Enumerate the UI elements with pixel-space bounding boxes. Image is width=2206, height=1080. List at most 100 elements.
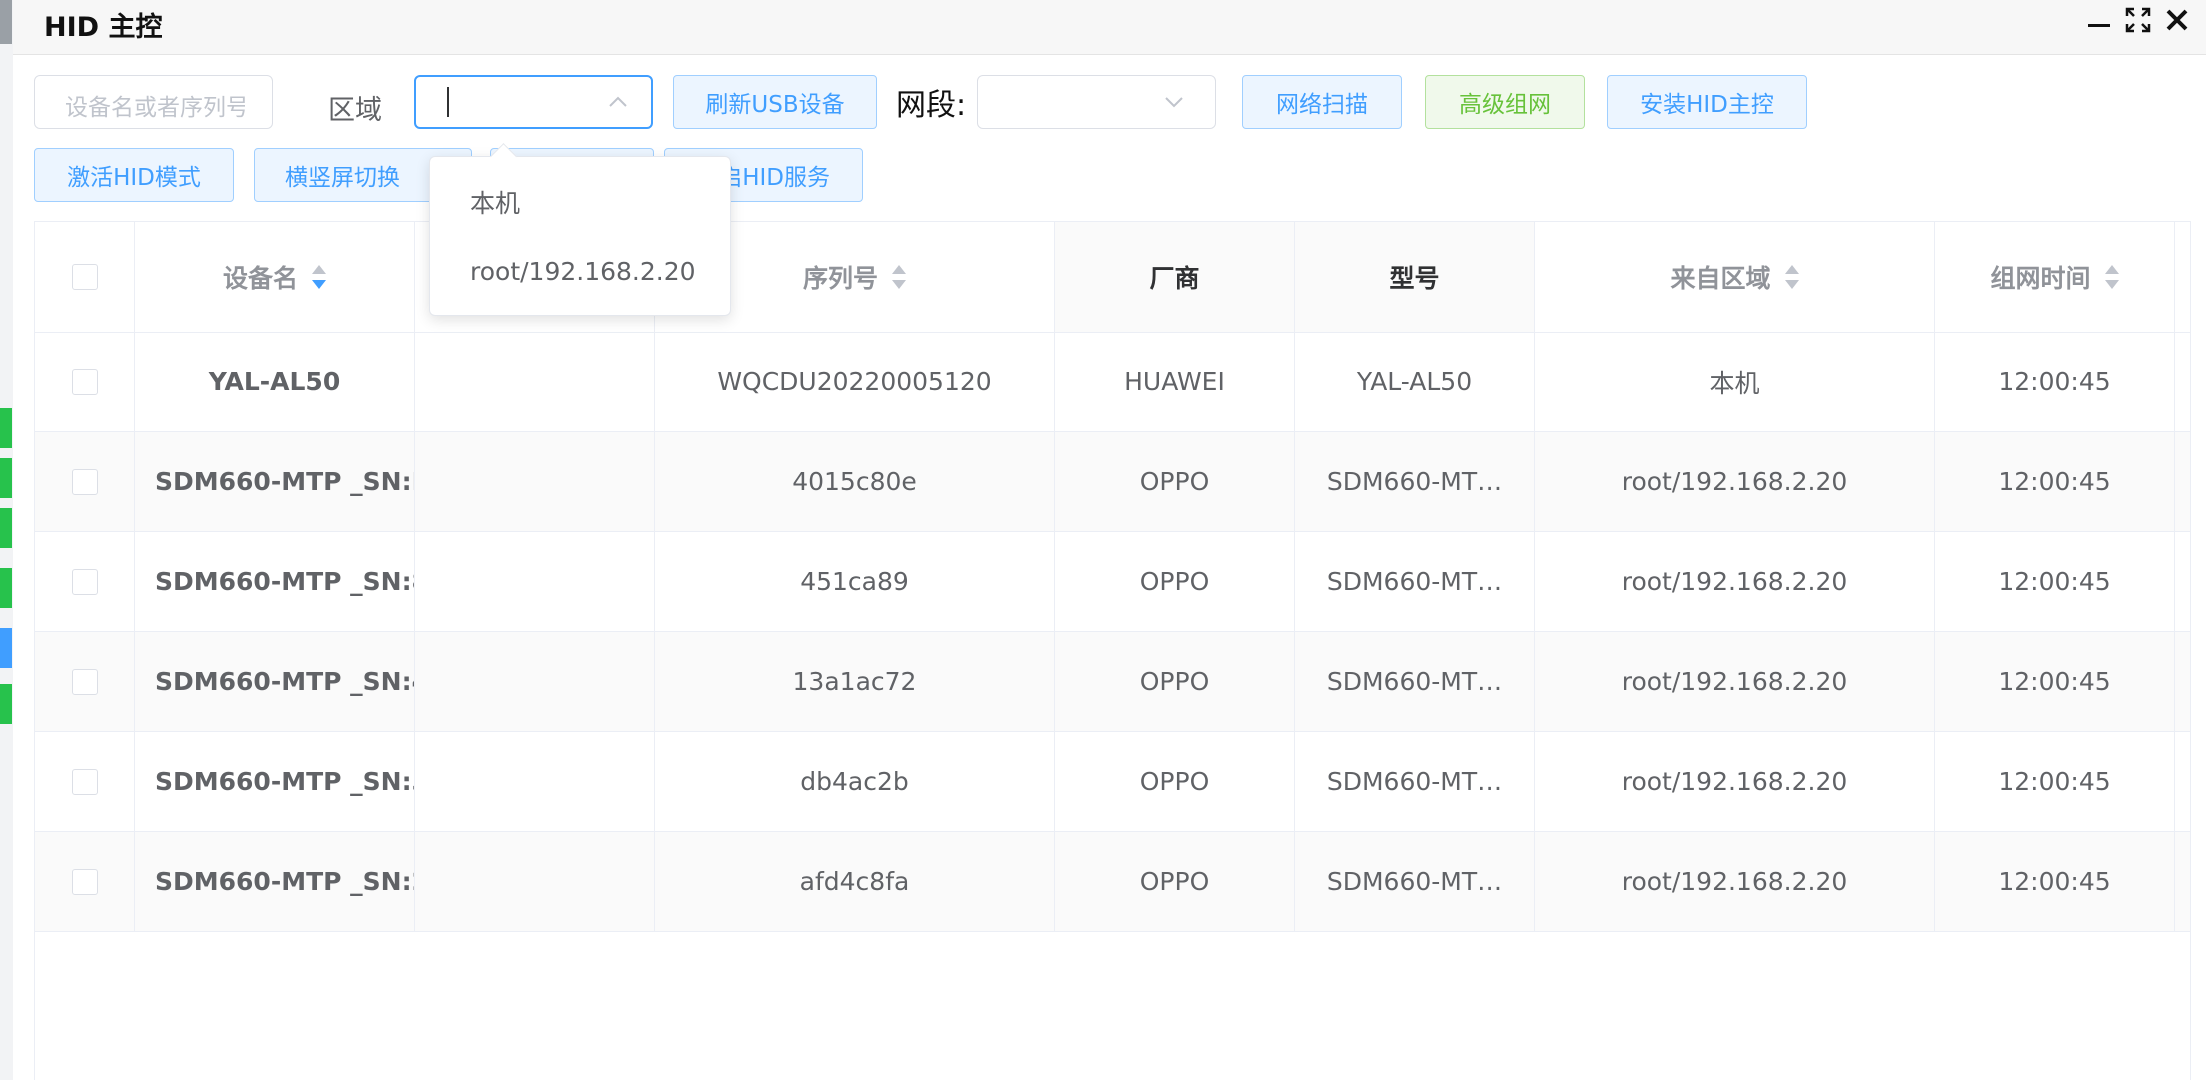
cell-region: root/192.168.2.20 — [1535, 832, 1935, 931]
advanced-network-button[interactable]: 高级组网 — [1425, 75, 1585, 129]
table-row[interactable]: SDM660-MTP _SN:3 db4ac2b OPPO SDM660-MT… roo… — [35, 732, 2190, 832]
minimize-button[interactable] — [2083, 4, 2115, 36]
header-checkbox-cell — [35, 222, 135, 332]
cell-network-time: 12:00:45 — [1935, 332, 2175, 431]
row-checkbox-cell — [35, 632, 135, 731]
close-button[interactable] — [2161, 4, 2193, 36]
cell-serial: db4ac2b — [655, 732, 1055, 831]
chevron-up-icon — [609, 96, 627, 107]
expand-icon — [2125, 7, 2151, 33]
background-app-marker — [0, 684, 12, 724]
sort-icon[interactable] — [2104, 265, 2119, 289]
cell-region-text: root/192.168.2.20 — [1621, 567, 1848, 596]
sort-icon[interactable] — [312, 265, 326, 289]
hid-controller-dialog: HID 主控 设备名或者序列号 区域 刷新USB设备 网段: 网络扫描 高级组网… — [13, 0, 2206, 1080]
cell-model-text: YAL-AL50 — [1356, 367, 1473, 396]
table-header: 设备名 序列号 厂商 型号 来自区域 组网时间 — [35, 222, 2190, 333]
header-device-name[interactable]: 设备名 — [135, 222, 415, 332]
table-row[interactable]: SDM660-MTP _SN:8 451ca89 OPPO SDM660-MT… roo… — [35, 532, 2190, 632]
segment-select[interactable] — [977, 75, 1216, 129]
activate-hid-button[interactable]: 激活HID模式 — [34, 148, 234, 202]
region-option-remote[interactable]: root/192.168.2.20 — [430, 241, 730, 301]
cell-device-name-text: SDM660-MTP _SN:3 — [155, 767, 415, 796]
sort-icon[interactable] — [1784, 265, 1799, 289]
cell-model-text: SDM660-MT… — [1326, 667, 1503, 696]
cell-network-time: 12:00:45 — [1935, 432, 2175, 531]
cell-model-text: SDM660-MT… — [1326, 767, 1503, 796]
cell-region-text: root/192.168.2.20 — [1621, 767, 1848, 796]
cell-device-name: SDM660-MTP _SN:3 — [135, 732, 415, 831]
background-app-strip — [0, 0, 14, 1080]
cell-device-name-text: SDM660-MTP _SN:E — [155, 467, 415, 496]
row-checkbox[interactable] — [71, 468, 98, 495]
row-checkbox-cell — [35, 332, 135, 431]
search-input[interactable]: 设备名或者序列号 — [34, 75, 273, 129]
cell-serial: afd4c8fa — [655, 832, 1055, 931]
sort-icon[interactable] — [892, 265, 906, 289]
cell-device-name: SDM660-MTP _SN:8 — [135, 532, 415, 631]
cell-vendor-text: OPPO — [1139, 767, 1210, 796]
row-checkbox[interactable] — [71, 668, 98, 695]
header-region[interactable]: 来自区域 — [1535, 222, 1935, 332]
row-checkbox[interactable] — [71, 768, 98, 795]
cell-serial-text: db4ac2b — [800, 767, 909, 796]
cell-serial-text: afd4c8fa — [799, 867, 910, 896]
header-vendor-label: 厂商 — [1149, 264, 1200, 293]
cell-blank — [415, 732, 655, 831]
table-row[interactable]: SDM660-MTP _SN:4 13a1ac72 OPPO SDM660-MT… ro… — [35, 632, 2190, 732]
region-option-local[interactable]: 本机 — [430, 172, 730, 232]
header-network-time[interactable]: 组网时间 — [1935, 222, 2175, 332]
background-app-marker — [0, 628, 12, 668]
select-all-checkbox[interactable] — [71, 264, 98, 290]
cell-model: YAL-AL50 — [1295, 332, 1535, 431]
cell-device-name: SDM660-MTP _SN:E — [135, 432, 415, 531]
row-checkbox-cell — [35, 432, 135, 531]
cell-region: 本机 — [1535, 332, 1935, 431]
cell-region: root/192.168.2.20 — [1535, 432, 1935, 531]
cell-model: SDM660-MT… — [1295, 632, 1535, 731]
install-hid-button[interactable]: 安装HID主控 — [1607, 75, 1807, 129]
network-scan-button[interactable]: 网络扫描 — [1242, 75, 1402, 129]
header-serial-label: 序列号 — [802, 264, 878, 293]
region-select[interactable] — [414, 75, 653, 129]
cell-device-name: SDM660-MTP _SN:4 — [135, 632, 415, 731]
table-row[interactable]: SDM660-MTP _SN:2 afd4c8fa OPPO SDM660-MT… ro… — [35, 832, 2190, 932]
refresh-usb-button[interactable]: 刷新USB设备 — [673, 75, 877, 129]
background-app-marker — [0, 508, 12, 548]
cell-vendor-text: HUAWEI — [1124, 367, 1225, 396]
search-placeholder: 设备名或者序列号 — [65, 95, 245, 121]
region-dropdown: 本机 root/192.168.2.20 — [429, 143, 731, 316]
row-checkbox-cell — [35, 532, 135, 631]
header-model: 型号 — [1295, 222, 1535, 332]
dialog-title: HID 主控 — [44, 12, 163, 43]
row-checkbox-cell — [35, 732, 135, 831]
row-checkbox[interactable] — [71, 368, 98, 395]
cell-region-text: root/192.168.2.20 — [1621, 467, 1848, 496]
cell-device-name-text: SDM660-MTP _SN:8 — [155, 567, 415, 596]
row-checkbox[interactable] — [71, 568, 98, 595]
table-row[interactable]: SDM660-MTP _SN:E 4015c80e OPPO SDM660-MT… ro… — [35, 432, 2190, 532]
cell-network-time-text: 12:00:45 — [1998, 767, 2111, 796]
segment-label: 网段: — [896, 88, 967, 123]
background-app-edge — [0, 0, 12, 44]
cell-vendor: OPPO — [1055, 532, 1295, 631]
cell-serial-text: 451ca89 — [800, 567, 909, 596]
table-row[interactable]: YAL-AL50 WQCDU20220005120 HUAWEI YAL-AL50 本机… — [35, 332, 2190, 432]
cell-device-name-text: SDM660-MTP _SN:4 — [155, 667, 415, 696]
cell-vendor-text: OPPO — [1139, 567, 1210, 596]
cell-network-time-text: 12:00:45 — [1998, 367, 2111, 396]
cell-serial-text: 13a1ac72 — [792, 667, 917, 696]
background-app-marker — [0, 458, 12, 498]
row-checkbox[interactable] — [71, 868, 98, 895]
cell-region: root/192.168.2.20 — [1535, 632, 1935, 731]
maximize-button[interactable] — [2122, 4, 2154, 36]
cell-network-time-text: 12:00:45 — [1998, 667, 2111, 696]
cell-vendor-text: OPPO — [1139, 467, 1210, 496]
cell-vendor: OPPO — [1055, 832, 1295, 931]
cell-network-time: 12:00:45 — [1935, 532, 2175, 631]
cell-blank — [415, 332, 655, 431]
cell-vendor: OPPO — [1055, 432, 1295, 531]
cell-network-time: 12:00:45 — [1935, 832, 2175, 931]
cell-serial: WQCDU20220005120 — [655, 332, 1055, 431]
cell-model: SDM660-MT… — [1295, 532, 1535, 631]
